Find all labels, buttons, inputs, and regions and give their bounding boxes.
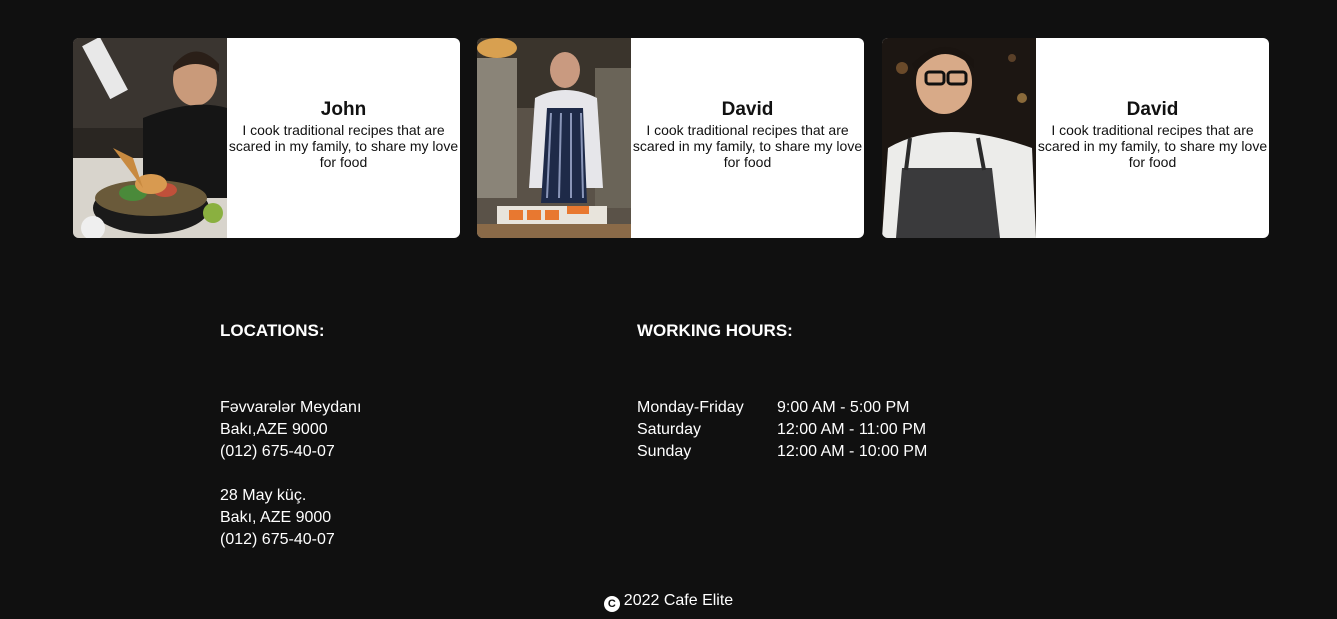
address-block: 28 May küç. Bakı, AZE 9000 (012) 675-40-…: [220, 485, 580, 551]
chef-bio: I cook traditional recipes that are scar…: [228, 121, 459, 170]
chef-name: John: [320, 98, 367, 120]
hours-time: 9:00 AM - 5:00 PM: [777, 399, 910, 416]
hours-day: Sunday: [637, 443, 692, 460]
locations-title: LOCATIONS:: [220, 321, 325, 340]
chef-plating-photo: [73, 38, 227, 238]
address-city: Bakı,AZE 9000: [220, 421, 328, 438]
hours-row: Saturday 12:00 AM - 11:00 PM: [637, 419, 1037, 441]
chef-info: John I cook traditional recipes that are…: [227, 38, 460, 238]
hours-time: 12:00 AM - 10:00 PM: [777, 443, 928, 460]
address-street: 28 May küç.: [220, 487, 307, 504]
chef-info: David I cook traditional recipes that ar…: [1036, 38, 1269, 238]
chef-cutting-carrots-photo: [477, 38, 631, 238]
hours-row: Monday-Friday 9:00 AM - 5:00 PM: [637, 397, 1037, 419]
address-street: Fəvvarələr Meydanı: [220, 399, 362, 416]
chef-card: David I cook traditional recipes that ar…: [477, 38, 864, 238]
locations-section: LOCATIONS: Fəvvarələr Meydanı Bakı,AZE 9…: [220, 320, 580, 551]
hours-time: 12:00 AM - 11:00 PM: [777, 421, 927, 438]
chef-portrait-photo: [882, 38, 1036, 238]
hours-day: Monday-Friday: [637, 399, 744, 416]
address-phone: (012) 675-40-07: [220, 443, 335, 460]
hours-table: Monday-Friday 9:00 AM - 5:00 PM Saturday…: [637, 397, 1037, 463]
chef-bio: I cook traditional recipes that are scar…: [1037, 121, 1268, 170]
chef-name: David: [721, 98, 774, 120]
working-hours-section: WORKING HOURS: Monday-Friday 9:00 AM - 5…: [637, 320, 1037, 463]
chef-card: David I cook traditional recipes that ar…: [882, 38, 1269, 238]
copyright-icon: C: [603, 596, 620, 612]
address-city: Bakı, AZE 9000: [220, 509, 332, 526]
footer: C 2022 Cafe Elite: [0, 590, 1337, 612]
footer-text: 2022 Cafe Elite: [623, 592, 734, 609]
chefs-section: John I cook traditional recipes that are…: [73, 38, 1269, 238]
address-block: Fəvvarələr Meydanı Bakı,AZE 9000 (012) 6…: [220, 397, 580, 463]
chef-card: John I cook traditional recipes that are…: [73, 38, 460, 238]
address-phone: (012) 675-40-07: [220, 531, 335, 548]
chef-bio: I cook traditional recipes that are scar…: [632, 121, 863, 170]
working-hours-title: WORKING HOURS:: [637, 321, 793, 340]
hours-day: Saturday: [637, 421, 702, 438]
chef-info: David I cook traditional recipes that ar…: [631, 38, 864, 238]
hours-row: Sunday 12:00 AM - 10:00 PM: [637, 441, 1037, 463]
chef-name: David: [1126, 98, 1179, 120]
